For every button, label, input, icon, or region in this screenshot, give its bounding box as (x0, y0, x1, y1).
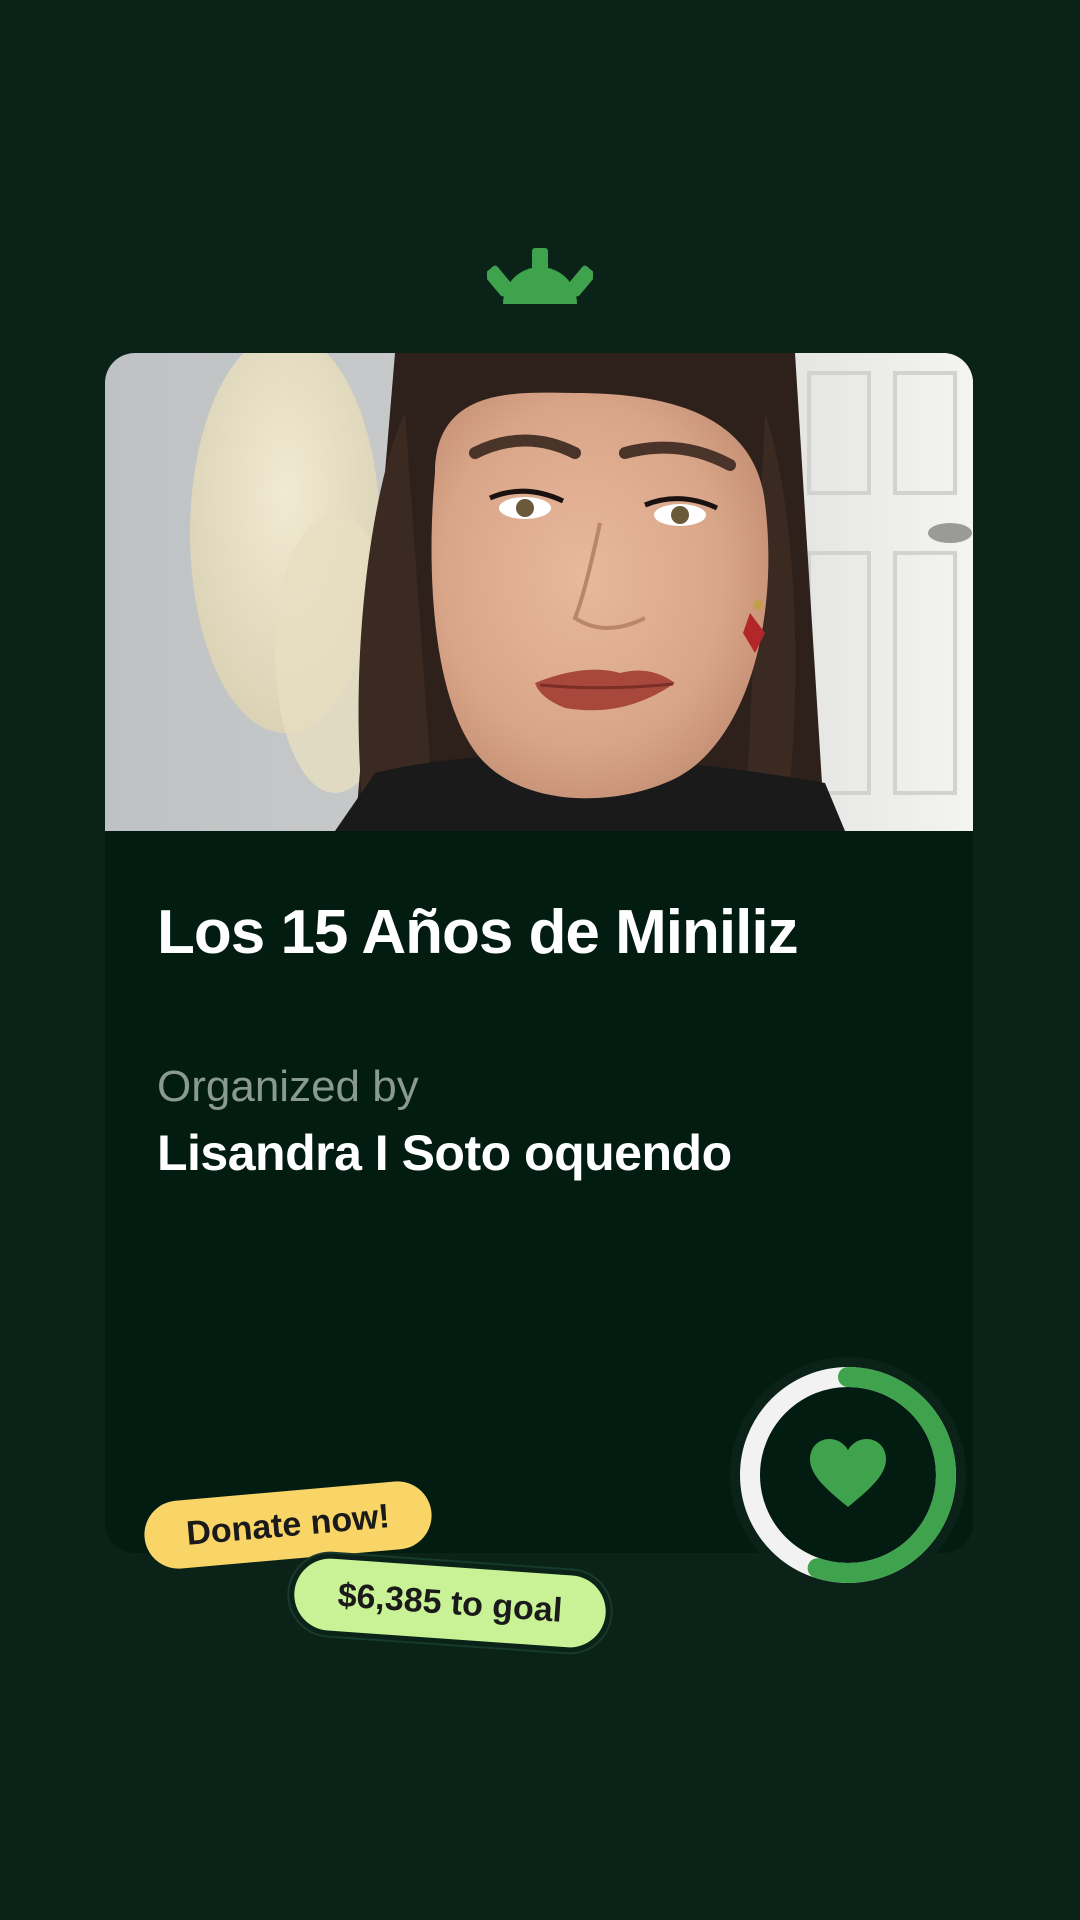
progress-ring (730, 1357, 966, 1593)
campaign-photo (105, 353, 973, 831)
organizer-label: Organized by (157, 1062, 419, 1111)
gofundme-logo-icon (484, 248, 596, 304)
goal-remaining-badge: $6,385 to goal (291, 1556, 609, 1650)
campaign-title: Los 15 Años de Miniliz (157, 898, 799, 967)
organizer-name: Lisandra I Soto oquendo (157, 1125, 732, 1181)
